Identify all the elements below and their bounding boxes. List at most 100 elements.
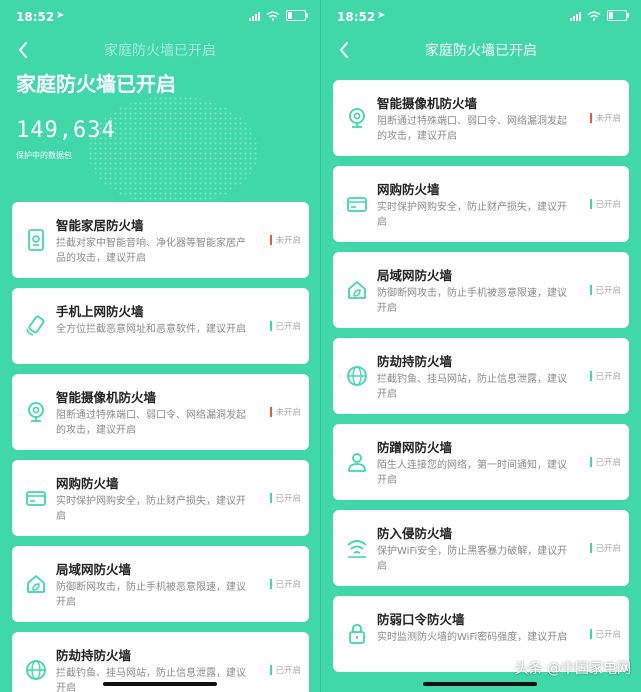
firewall-status[interactable]: 未开启	[270, 406, 301, 418]
status-indicator-bar	[270, 407, 273, 417]
wifi-status-icon	[266, 11, 280, 21]
packet-counter-label: 保护中的数据包	[16, 151, 72, 160]
firewall-card-desc: 阻断通过特殊端口、弱口令、网络漏洞发起的攻击，建议开启	[56, 410, 246, 436]
status-bar: 18:52 ➤	[321, 10, 641, 28]
status-label: 未开启	[275, 408, 301, 418]
left-screen: 18:52 ➤ 家庭防火墙已开启 家庭防火墙已开启 149,634 保护中的数据…	[0, 0, 320, 692]
firewall-card-desc: 实时保护网购安全，防止财产损失，建议开启	[377, 202, 567, 228]
firewall-card-title: 局域网防火墙	[377, 268, 453, 283]
wifi-icon	[347, 540, 367, 558]
signal-icon	[570, 11, 581, 21]
home-indicator[interactable]	[423, 682, 537, 686]
right-screen: 18:52 ➤ 家庭防火墙已开启 智能摄像机防火墙阻断通过特殊端口、弱口令、网络…	[321, 0, 641, 692]
firewall-card[interactable]: 智能摄像机防火墙阻断通过特殊端口、弱口令、网络漏洞发起的攻击，建议开启 未开启	[333, 80, 629, 156]
status-label: 已开启	[275, 494, 301, 504]
firewall-card[interactable]: 防入侵防火墙保护WiFi安全，防止黑客暴力破解，建议开启 已开启	[333, 510, 629, 586]
firewall-card-title: 网购防火墙	[377, 182, 440, 197]
status-label: 已开启	[595, 458, 621, 468]
camera-icon	[28, 402, 44, 422]
firewall-card-title: 智能家居防火墙	[56, 218, 144, 233]
status-label: 已开启	[275, 580, 301, 590]
firewall-card-title: 局域网防火墙	[56, 562, 132, 577]
firewall-card[interactable]: 网购防火墙实时保护网购安全，防止财产损失，建议开启 已开启	[333, 166, 629, 242]
status-label: 未开启	[595, 114, 621, 124]
card-icon	[26, 491, 46, 506]
firewall-card[interactable]: 智能摄像机防火墙 阻断通过特殊端口、弱口令、网络漏洞发起的攻击，建议开启 未开启	[12, 374, 309, 450]
firewall-status[interactable]: 已开启	[270, 664, 301, 676]
firewall-card[interactable]: 防劫持防火墙 拦截钓鱼、挂马网站，防止信息泄露，建议开启 已开启	[333, 338, 629, 414]
wifi-status-icon	[587, 11, 601, 21]
smart-home-icon	[28, 229, 44, 251]
phone-shield-icon	[26, 315, 45, 336]
firewall-status[interactable]: 已开启	[590, 198, 621, 210]
firewall-card-desc: 拦截钓鱼、挂马网站，防止信息泄露，建议开启	[377, 374, 567, 400]
nav-bar: 家庭防火墙已开启	[0, 38, 320, 62]
decorative-dot-globe	[88, 96, 258, 206]
firewall-card-desc: 阻断通过特殊端口、弱口令、网络漏洞发起的攻击，建议开启	[377, 116, 567, 142]
house-leaf-icon	[27, 575, 45, 593]
firewall-card[interactable]: 局域网防火墙防御断网攻击，防止手机被恶意限速，建议开启 已开启	[333, 252, 629, 328]
firewall-card-title: 手机上网防火墙	[56, 304, 144, 319]
signal-icon	[249, 11, 260, 21]
status-indicator-bar	[590, 629, 593, 639]
globe-icon	[347, 366, 367, 386]
watermark: 头条 @中国家电网	[514, 661, 631, 677]
nav-title: 家庭防火墙已开启	[104, 43, 216, 59]
status-indicator-bar	[270, 665, 273, 675]
nav-bar: 家庭防火墙已开启	[321, 38, 641, 62]
firewall-card[interactable]: 局域网防火墙防御断网攻击，防止手机被恶意限速，建议开启 已开启	[12, 546, 309, 622]
firewall-card-title: 智能摄像机防火墙	[377, 96, 478, 111]
status-indicator-bar	[270, 493, 273, 503]
firewall-card-title: 防弱口令防火墙	[377, 612, 465, 627]
status-label: 已开启	[595, 544, 621, 554]
firewall-status[interactable]: 已开启	[590, 456, 621, 468]
globe-icon	[26, 660, 46, 680]
firewall-status[interactable]: 未开启	[590, 112, 621, 124]
firewall-status[interactable]: 已开启	[590, 370, 621, 382]
firewall-card[interactable]: 防蹭网防火墙 陌生人连接您的网络，第一时间通知，建议开启 已开启	[333, 424, 629, 500]
card-icon	[347, 197, 367, 212]
firewall-status[interactable]: 已开启	[590, 628, 621, 640]
firewall-status[interactable]: 已开启	[590, 542, 621, 554]
status-indicator-bar	[270, 235, 273, 245]
firewall-status[interactable]: 已开启	[270, 492, 301, 504]
firewall-status[interactable]: 已开启	[270, 320, 301, 332]
status-indicator-bar	[590, 113, 593, 123]
status-label: 已开启	[275, 322, 301, 332]
status-indicator-bar	[590, 457, 593, 467]
status-time: 18:52	[16, 10, 55, 24]
firewall-card[interactable]: 网购防火墙实时保护网购安全，防止财产损失，建议开启 已开启	[12, 460, 309, 536]
firewall-card-title: 网购防火墙	[56, 476, 119, 491]
location-arrow-icon: ➤	[56, 10, 65, 21]
firewall-card-desc: 保护WiFi安全，防止黑客暴力破解，建议开启	[377, 546, 568, 572]
firewall-card-desc: 实时监测防火墙的WiFi密码强度，建议开启	[377, 632, 568, 643]
status-indicator-bar	[590, 543, 593, 553]
firewall-card-desc: 实时保护网购安全，防止财产损失，建议开启	[56, 496, 246, 522]
home-indicator[interactable]	[103, 682, 217, 686]
status-indicator-bar	[590, 199, 593, 209]
status-label: 已开启	[595, 200, 621, 210]
location-arrow-icon: ➤	[377, 10, 386, 21]
status-indicator-bar	[270, 321, 273, 331]
camera-icon	[349, 108, 365, 128]
lock-icon	[349, 624, 365, 644]
firewall-card-title: 防蹭网防火墙	[377, 440, 453, 455]
battery-icon	[607, 10, 629, 21]
status-label: 已开启	[595, 372, 621, 382]
firewall-card-title: 防劫持防火墙	[56, 648, 132, 663]
status-time: 18:52	[337, 10, 376, 24]
status-indicator-bar	[270, 579, 273, 589]
firewall-card-desc: 防御断网攻击，防止手机被恶意限速，建议开启	[377, 288, 567, 314]
firewall-card-title: 防入侵防火墙	[377, 526, 453, 541]
firewall-card-desc: 防御断网攻击，防止手机被恶意限速，建议开启	[56, 582, 246, 608]
firewall-status[interactable]: 已开启	[590, 284, 621, 296]
firewall-card[interactable]: 智能家居防火墙 拦截对家中智能音响、净化器等智能家居产品的攻击，建议开启 未开启	[12, 202, 309, 278]
firewall-status[interactable]: 未开启	[270, 234, 301, 246]
battery-icon	[286, 10, 308, 21]
packet-counter: 149,634	[16, 118, 116, 143]
firewall-status[interactable]: 已开启	[270, 578, 301, 590]
firewall-card[interactable]: 手机上网防火墙全方位拦截恶意网址和恶意软件，建议开启 已开启	[12, 288, 309, 364]
status-label: 已开启	[595, 630, 621, 640]
firewall-card-desc: 全方位拦截恶意网址和恶意软件，建议开启	[56, 324, 246, 335]
page-title: 家庭防火墙已开启	[16, 72, 176, 96]
